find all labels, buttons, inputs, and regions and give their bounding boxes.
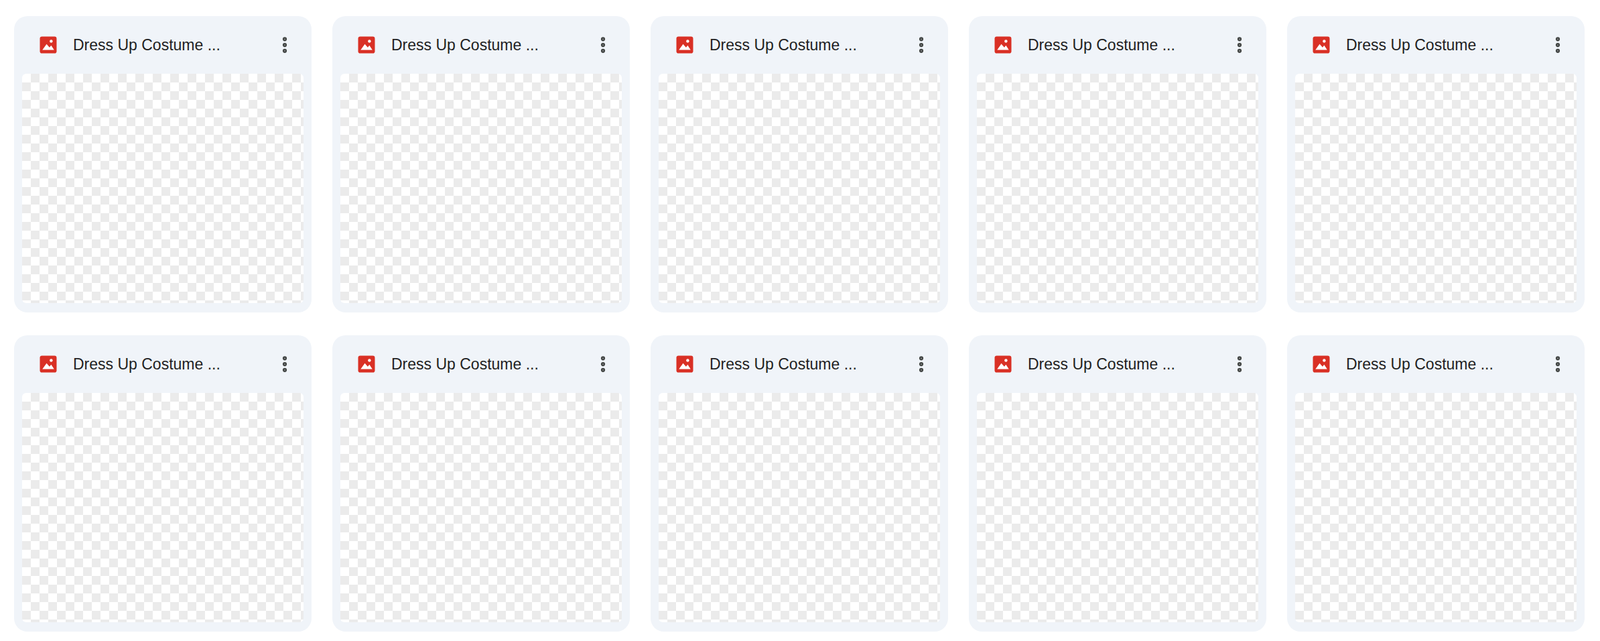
file-name: Dress Up Costume ... (391, 33, 574, 57)
more-actions-button[interactable] (1543, 30, 1573, 60)
file-card[interactable]: Dress Up Costume ... (968, 16, 1267, 313)
file-thumbnail (1295, 392, 1577, 622)
image-file-icon (1311, 34, 1332, 55)
more-actions-button[interactable] (270, 30, 300, 60)
more-actions-button[interactable] (906, 30, 937, 60)
file-name: Dress Up Costume ... (391, 352, 574, 376)
file-thumbnail (340, 392, 622, 622)
file-card[interactable]: Dress Up Costume ... (332, 16, 630, 313)
more-vertical-icon (1547, 353, 1568, 374)
file-card-header: Dress Up Costume ... (340, 335, 622, 393)
file-card[interactable]: Dress Up Costume ... (14, 335, 312, 632)
more-vertical-icon (911, 353, 932, 374)
more-actions-button[interactable] (588, 30, 618, 60)
file-card[interactable]: Dress Up Costume ... (14, 16, 312, 313)
file-card-header: Dress Up Costume ... (340, 16, 622, 74)
file-name: Dress Up Costume ... (73, 33, 256, 57)
file-card[interactable]: Dress Up Costume ... (1287, 335, 1585, 632)
file-card-header: Dress Up Costume ... (658, 16, 941, 74)
file-card[interactable]: Dress Up Costume ... (968, 335, 1267, 632)
file-grid: Dress Up Costume ... Dress Up Costume ...… (14, 16, 1600, 632)
file-thumbnail (976, 392, 1259, 622)
image-file-icon (674, 34, 695, 55)
image-file-icon (1311, 353, 1332, 374)
more-vertical-icon (1229, 353, 1250, 374)
image-file-icon (356, 353, 377, 374)
more-actions-button[interactable] (270, 349, 300, 379)
file-card[interactable]: Dress Up Costume ... (650, 16, 949, 313)
file-card-header: Dress Up Costume ... (22, 335, 304, 393)
more-vertical-icon (1547, 34, 1568, 55)
image-file-icon (38, 353, 59, 374)
image-file-icon (992, 34, 1014, 55)
file-name: Dress Up Costume ... (1027, 352, 1211, 376)
more-actions-button[interactable] (588, 349, 618, 379)
more-vertical-icon (911, 34, 932, 55)
file-card-header: Dress Up Costume ... (1295, 335, 1577, 393)
more-vertical-icon (592, 34, 614, 55)
more-actions-button[interactable] (906, 349, 937, 379)
file-card-header: Dress Up Costume ... (22, 16, 304, 74)
drive-file-grid-page: Dress Up Costume ... Dress Up Costume ...… (0, 0, 1600, 641)
image-file-icon (674, 353, 695, 374)
more-vertical-icon (274, 34, 295, 55)
file-thumbnail (22, 392, 304, 622)
file-thumbnail (658, 392, 941, 622)
file-name: Dress Up Costume ... (1027, 33, 1211, 57)
file-card[interactable]: Dress Up Costume ... (1287, 16, 1585, 313)
file-card-header: Dress Up Costume ... (976, 16, 1259, 74)
file-thumbnail (340, 73, 622, 303)
image-file-icon (356, 34, 377, 55)
more-vertical-icon (1229, 34, 1250, 55)
file-card-header: Dress Up Costume ... (1295, 16, 1577, 74)
file-name: Dress Up Costume ... (73, 352, 256, 376)
more-actions-button[interactable] (1224, 349, 1255, 379)
file-card[interactable]: Dress Up Costume ... (650, 335, 949, 632)
more-actions-button[interactable] (1543, 349, 1573, 379)
file-card-header: Dress Up Costume ... (976, 335, 1259, 393)
image-file-icon (992, 353, 1014, 374)
file-thumbnail (22, 73, 304, 303)
more-vertical-icon (274, 353, 295, 374)
more-actions-button[interactable] (1224, 30, 1255, 60)
file-thumbnail (658, 73, 941, 303)
more-vertical-icon (592, 353, 614, 374)
file-thumbnail (976, 73, 1259, 303)
file-name: Dress Up Costume ... (709, 352, 892, 376)
image-file-icon (38, 34, 59, 55)
file-card-header: Dress Up Costume ... (658, 335, 941, 393)
file-name: Dress Up Costume ... (1346, 33, 1529, 57)
file-card[interactable]: Dress Up Costume ... (332, 335, 630, 632)
file-thumbnail (1295, 73, 1577, 303)
file-name: Dress Up Costume ... (1346, 352, 1529, 376)
file-name: Dress Up Costume ... (709, 33, 892, 57)
